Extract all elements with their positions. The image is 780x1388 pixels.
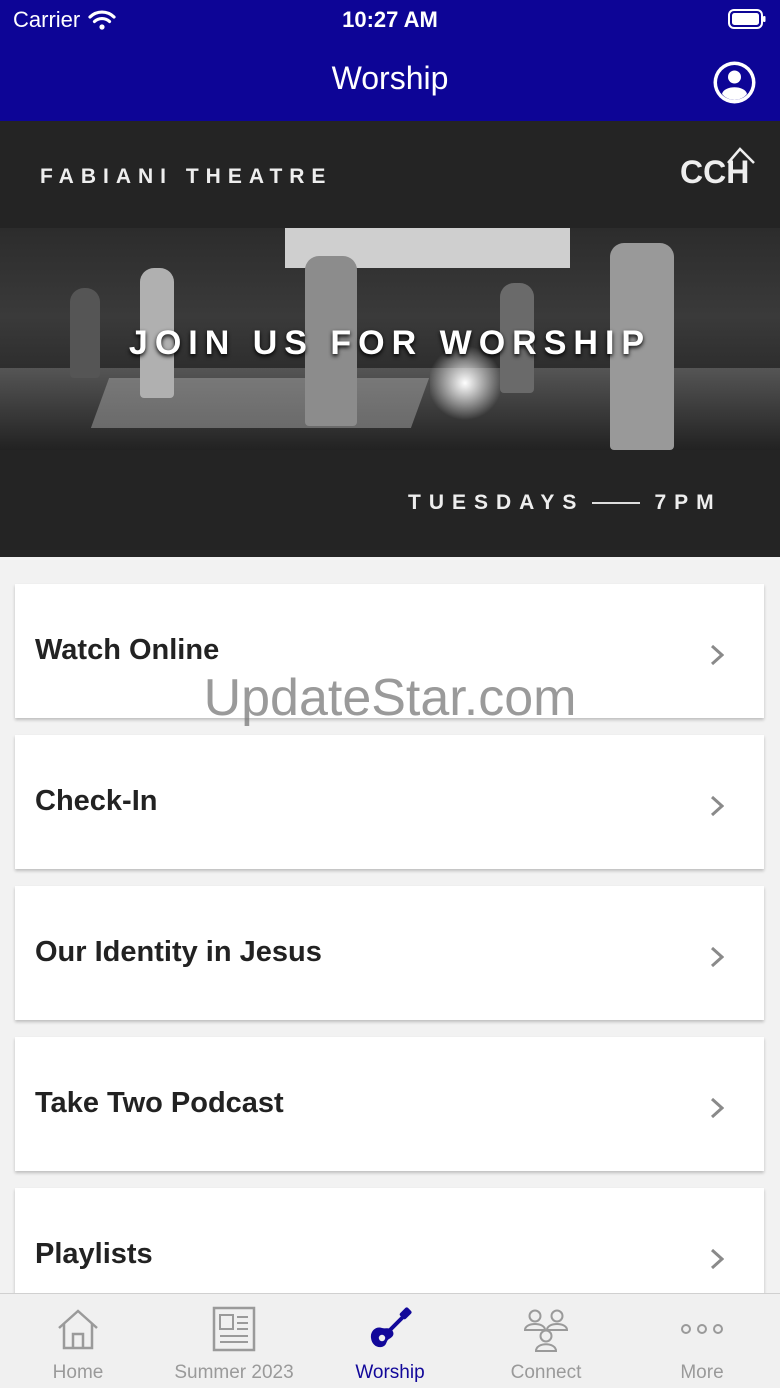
- chevron-right-icon: [710, 946, 724, 968]
- menu-item-watch-online[interactable]: Watch Online: [15, 584, 764, 718]
- menu-item-take-two-podcast[interactable]: Take Two Podcast: [15, 1037, 764, 1171]
- tab-bar: Home Summer 2023 Worship Connect More: [0, 1293, 780, 1388]
- newspaper-icon: [212, 1306, 256, 1352]
- battery-icon: [728, 9, 766, 29]
- tab-home[interactable]: Home: [0, 1294, 156, 1388]
- chevron-right-icon: [710, 1248, 724, 1270]
- worship-banner[interactable]: FABIANI THEATRE CCH JOIN US FOR WORSHIP …: [0, 121, 780, 557]
- tab-more[interactable]: More: [624, 1294, 780, 1388]
- house-icon: [58, 1309, 98, 1350]
- tab-label: Home: [52, 1362, 104, 1383]
- tab-summer-2023[interactable]: Summer 2023: [156, 1294, 312, 1388]
- menu-item-label: Playlists: [35, 1238, 153, 1270]
- church-logo-text: CCH: [680, 154, 749, 190]
- menu-item-label: Watch Online: [35, 634, 220, 666]
- chevron-right-icon: [710, 644, 724, 666]
- chevron-right-icon: [710, 795, 724, 817]
- menu-item-label: Take Two Podcast: [35, 1087, 284, 1119]
- menu-item-our-identity[interactable]: Our Identity in Jesus: [15, 886, 764, 1020]
- divider: [592, 502, 641, 504]
- menu-item-label: Our Identity in Jesus: [35, 936, 322, 968]
- ellipsis-icon: [681, 1324, 723, 1334]
- worship-photo: JOIN US FOR WORSHIP: [0, 228, 780, 450]
- tab-label: Connect: [510, 1362, 582, 1383]
- tab-worship[interactable]: Worship: [312, 1294, 468, 1388]
- banner-headline: JOIN US FOR WORSHIP: [128, 324, 652, 362]
- tab-connect[interactable]: Connect: [468, 1294, 624, 1388]
- menu-item-check-in[interactable]: Check-In: [15, 735, 764, 869]
- guitar-icon: [370, 1307, 412, 1348]
- people-icon: [523, 1309, 569, 1352]
- church-logo: CCH: [680, 147, 755, 190]
- banner-time: 7PM: [654, 491, 722, 514]
- banner-schedule: TUESDAYS 7PM: [408, 491, 722, 515]
- status-bar: Carrier 10:27 AM: [0, 0, 780, 40]
- status-time: 10:27 AM: [342, 7, 438, 32]
- top-bar: Carrier 10:27 AM Worship: [0, 0, 780, 121]
- profile-icon[interactable]: [712, 60, 757, 105]
- tab-label: More: [680, 1362, 724, 1383]
- chevron-right-icon: [710, 1097, 724, 1119]
- tab-label: Summer 2023: [174, 1362, 294, 1383]
- menu-item-label: Check-In: [35, 785, 158, 817]
- page-title: Worship: [331, 60, 449, 96]
- banner-venue: FABIANI THEATRE: [40, 165, 333, 188]
- banner-day: TUESDAYS: [408, 491, 585, 514]
- tab-label: Worship: [355, 1362, 425, 1383]
